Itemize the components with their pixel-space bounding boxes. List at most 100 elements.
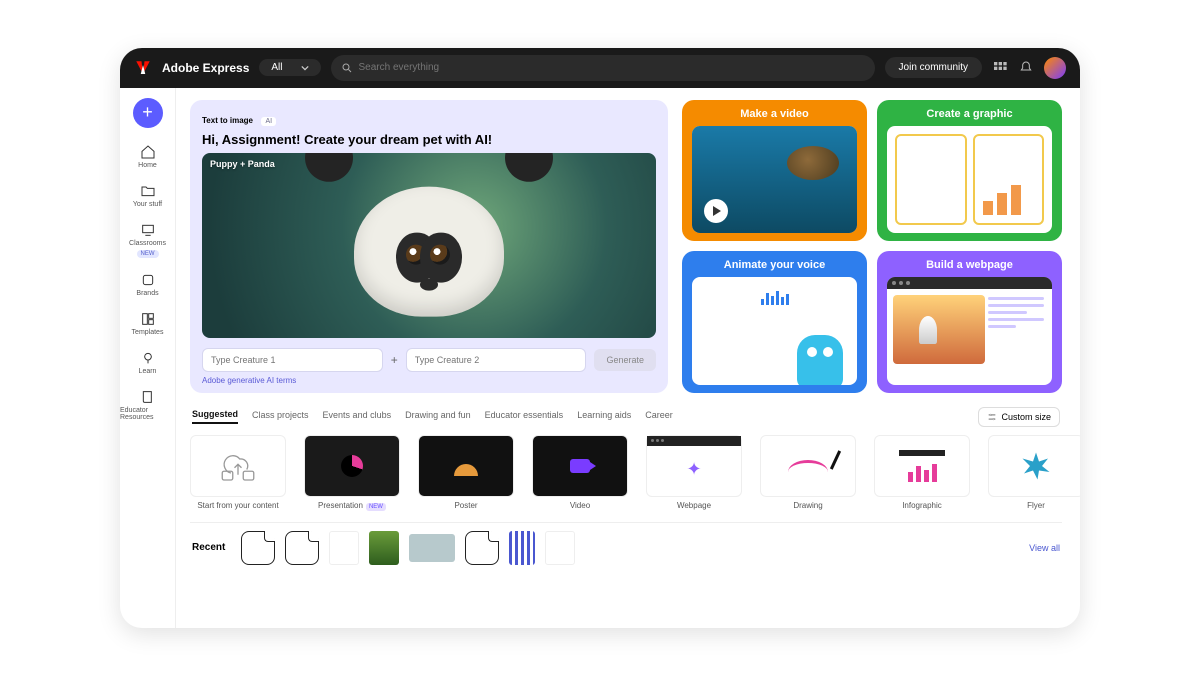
hero-row: Text to image AI Hi, Assignment! Create …	[190, 100, 1062, 393]
recent-item[interactable]	[369, 531, 399, 565]
search-input[interactable]	[359, 62, 865, 73]
recent-item[interactable]	[465, 531, 499, 565]
card-title: Animate your voice	[692, 259, 857, 271]
play-icon	[704, 199, 728, 223]
tab-events-clubs[interactable]: Events and clubs	[323, 410, 392, 423]
card-animate-voice[interactable]: Animate your voice	[682, 251, 867, 393]
card-title: Make a video	[692, 108, 857, 120]
upload-cloud-icon	[217, 447, 259, 485]
generate-button[interactable]: Generate	[594, 349, 656, 371]
pie-chart-icon	[341, 455, 363, 477]
sidebar-item-learn[interactable]: Learn	[120, 346, 175, 379]
tti-tag-row: Text to image AI	[202, 110, 656, 128]
card-make-video[interactable]: Make a video	[682, 100, 867, 242]
create-new-button[interactable]: +	[133, 98, 163, 128]
main-content: Text to image AI Hi, Assignment! Create …	[176, 88, 1080, 628]
sidebar-item-educator-resources[interactable]: Educator Resources	[120, 385, 175, 425]
card-build-webpage[interactable]: Build a webpage	[877, 251, 1062, 393]
templates-row: Start from your content PresentationNEW …	[190, 435, 1062, 510]
tpl-label: Webpage	[677, 501, 711, 510]
recent-item[interactable]	[509, 531, 535, 565]
card-title: Create a graphic	[887, 108, 1052, 120]
recent-item[interactable]	[329, 531, 359, 565]
tpl-infographic[interactable]: Infographic	[874, 435, 970, 510]
star-icon: ✦	[686, 459, 701, 480]
tpl-label: Poster	[454, 501, 477, 510]
filter-dropdown[interactable]: All	[259, 59, 320, 76]
tpl-video[interactable]: Video	[532, 435, 628, 510]
ai-terms-link[interactable]: Adobe generative AI terms	[202, 376, 656, 385]
tpl-webpage[interactable]: ✦ Webpage	[646, 435, 742, 510]
tab-drawing-fun[interactable]: Drawing and fun	[405, 410, 471, 423]
sidebar-item-label: Home	[138, 162, 157, 169]
text-to-image-panel: Text to image AI Hi, Assignment! Create …	[190, 100, 668, 393]
creature1-input[interactable]	[202, 348, 383, 372]
tab-career[interactable]: Career	[645, 410, 673, 423]
user-avatar[interactable]	[1044, 57, 1066, 79]
tti-preview-label: Puppy + Panda	[210, 159, 275, 169]
tpl-label: Start from your content	[197, 501, 278, 510]
tab-educator-essentials[interactable]: Educator essentials	[485, 410, 564, 423]
sidebar-item-your-stuff[interactable]: Your stuff	[120, 179, 175, 212]
join-community-button[interactable]: Join community	[885, 57, 982, 78]
tpl-start-from-content[interactable]: Start from your content	[190, 435, 286, 510]
tab-learning-aids[interactable]: Learning aids	[577, 410, 631, 423]
tpl-drawing[interactable]: Drawing	[760, 435, 856, 510]
recent-item[interactable]	[285, 531, 319, 565]
custom-size-button[interactable]: Custom size	[978, 407, 1060, 427]
sidebar-item-label: Classrooms	[129, 240, 166, 247]
learn-icon	[140, 350, 156, 366]
tpl-label: Presentation	[318, 501, 363, 510]
recent-item[interactable]	[241, 531, 275, 565]
app-window: Adobe Express All Join community + Home …	[120, 48, 1080, 628]
webpage-thumb	[887, 277, 1052, 385]
pen-icon	[830, 450, 841, 469]
tab-suggested[interactable]: Suggested	[192, 409, 238, 424]
tpl-label: Drawing	[793, 501, 822, 510]
search-bar[interactable]	[331, 55, 875, 81]
sidebar: + Home Your stuff Classrooms NEW Brands …	[120, 88, 176, 628]
card-title: Build a webpage	[887, 259, 1052, 271]
new-badge: NEW	[137, 250, 159, 258]
plus-separator: +	[391, 353, 398, 367]
voice-thumb	[692, 277, 857, 385]
tpl-presentation[interactable]: PresentationNEW	[304, 435, 400, 510]
template-tabs: Suggested Class projects Events and club…	[192, 407, 1060, 427]
recent-row: Recent View all	[190, 522, 1062, 573]
adobe-logo-icon	[134, 59, 152, 77]
templates-icon	[140, 311, 156, 327]
tti-inputs: + Generate	[202, 348, 656, 372]
camera-icon	[570, 459, 590, 473]
view-all-link[interactable]: View all	[1029, 543, 1060, 553]
graphic-thumb	[887, 126, 1052, 234]
tpl-label: Video	[570, 501, 590, 510]
recent-label: Recent	[192, 542, 225, 553]
brand-label: Adobe Express	[162, 61, 249, 75]
waveform-icon	[752, 283, 798, 309]
custom-size-label: Custom size	[1001, 412, 1051, 422]
recent-item[interactable]	[545, 531, 575, 565]
sidebar-item-classrooms[interactable]: Classrooms NEW	[120, 218, 175, 262]
tpl-label: Flyer	[1027, 501, 1045, 510]
tti-preview[interactable]: Puppy + Panda	[202, 153, 656, 338]
sidebar-item-brands[interactable]: Brands	[120, 268, 175, 301]
topbar: Adobe Express All Join community	[120, 48, 1080, 88]
tpl-flyer[interactable]: Flyer	[988, 435, 1080, 510]
creature2-input[interactable]	[406, 348, 587, 372]
tpl-label: Infographic	[902, 501, 942, 510]
sidebar-item-home[interactable]: Home	[120, 140, 175, 173]
apps-grid-icon[interactable]	[992, 60, 1008, 76]
tab-class-projects[interactable]: Class projects	[252, 410, 309, 423]
recent-item[interactable]	[409, 534, 455, 562]
tti-tag: Text to image	[202, 116, 253, 125]
sliders-icon	[987, 412, 997, 422]
sidebar-item-label: Educator Resources	[120, 407, 175, 421]
tpl-poster[interactable]: Poster	[418, 435, 514, 510]
bell-icon[interactable]	[1018, 60, 1034, 76]
sidebar-item-templates[interactable]: Templates	[120, 307, 175, 340]
sidebar-item-label: Brands	[136, 290, 158, 297]
starburst-icon	[1021, 451, 1051, 481]
action-cards: Make a video Create a graphic Anima	[682, 100, 1062, 393]
card-create-graphic[interactable]: Create a graphic	[877, 100, 1062, 242]
chevron-down-icon	[301, 64, 309, 72]
